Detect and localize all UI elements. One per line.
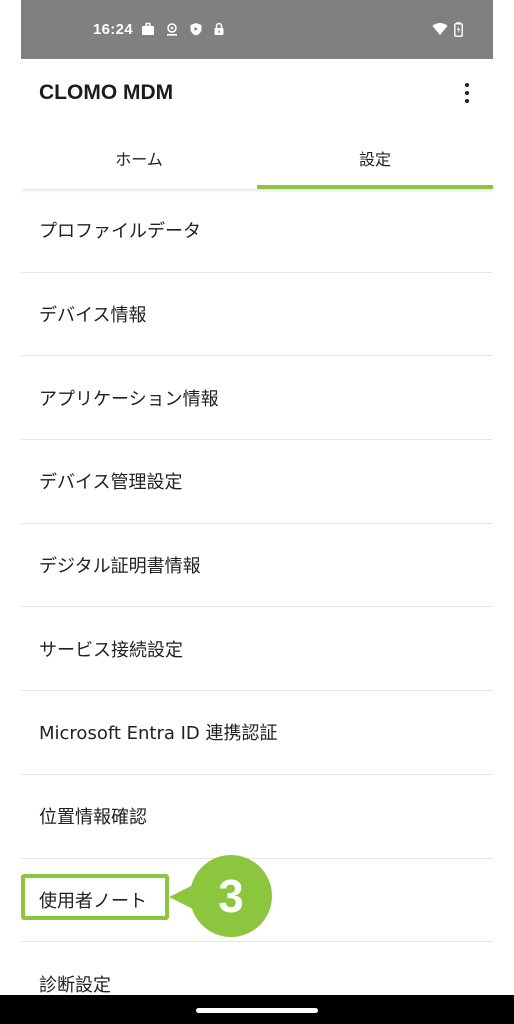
tab-home[interactable]: ホーム xyxy=(21,127,257,189)
shield-icon xyxy=(189,22,203,36)
list-item-profile-data[interactable]: プロファイルデータ xyxy=(21,189,493,273)
app-screen: 16:24 CLOMO MDM ホーム 設定 プロファイルデータ デバイス情報 … xyxy=(21,0,493,1024)
list-item-digital-certificate-info[interactable]: デジタル証明書情報 xyxy=(21,524,493,608)
status-time: 16:24 xyxy=(93,21,133,38)
more-vert-icon[interactable] xyxy=(457,81,477,105)
status-bar: 16:24 xyxy=(21,0,493,59)
wifi-icon xyxy=(432,22,448,37)
status-left-icons xyxy=(141,22,225,36)
list-item-device-info[interactable]: デバイス情報 xyxy=(21,273,493,357)
battery-icon xyxy=(454,22,463,37)
lock-icon xyxy=(213,22,225,36)
tab-settings[interactable]: 設定 xyxy=(257,127,493,189)
list-item-device-management-settings[interactable]: デバイス管理設定 xyxy=(21,440,493,524)
tab-bar: ホーム 設定 xyxy=(21,127,493,189)
location-icon xyxy=(165,22,179,36)
list-item-service-connection-settings[interactable]: サービス接続設定 xyxy=(21,607,493,692)
app-bar: CLOMO MDM xyxy=(21,59,493,127)
navigation-bar xyxy=(0,995,514,1024)
home-gesture-handle[interactable] xyxy=(196,1008,318,1013)
step-number-badge: 3 xyxy=(190,855,272,937)
list-item-application-info[interactable]: アプリケーション情報 xyxy=(21,356,493,441)
list-item-entra-id-auth[interactable]: Microsoft Entra ID 連携認証 xyxy=(21,691,493,775)
status-right-icons xyxy=(432,22,463,37)
list-item-location-check[interactable]: 位置情報確認 xyxy=(21,775,493,859)
app-title: CLOMO MDM xyxy=(39,81,174,104)
briefcase-icon xyxy=(141,22,155,36)
highlight-box xyxy=(21,874,169,920)
